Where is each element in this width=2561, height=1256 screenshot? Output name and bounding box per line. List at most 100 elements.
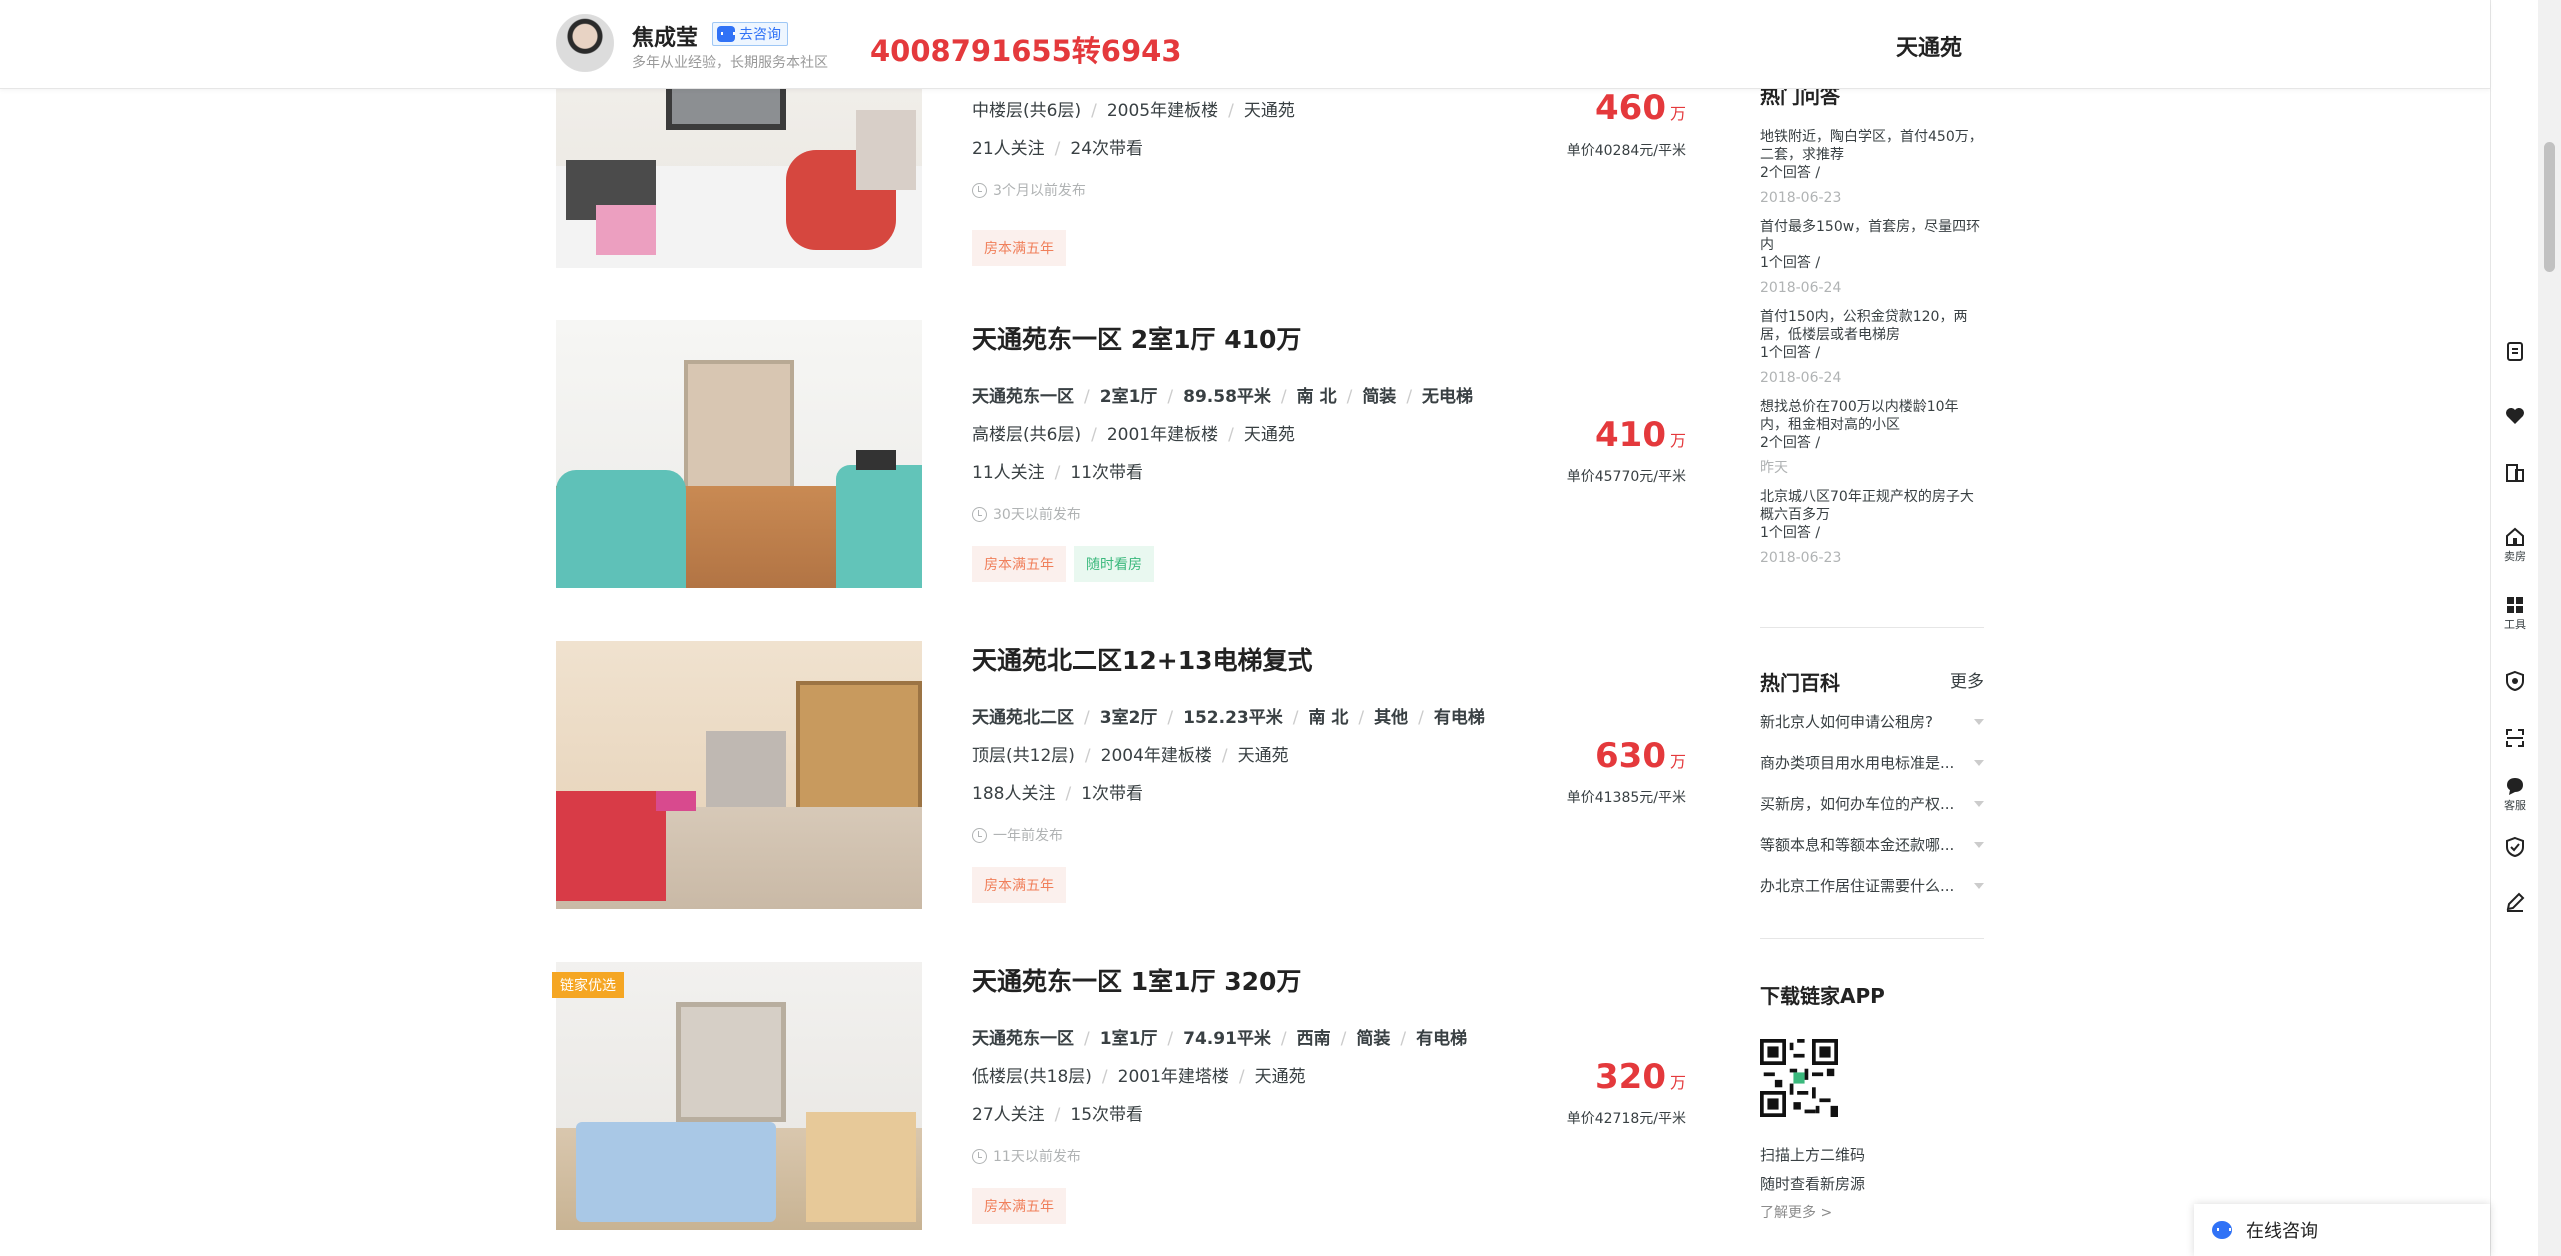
clock-icon [972,182,987,198]
unit-price: 单价41385元/平米 [1566,790,1686,806]
listing-tags: 房本满五年 [972,230,1066,266]
listing-time: 30天以前发布 [972,504,1081,524]
total-price: 460 万 [1595,88,1686,128]
unit-price: 单价45770元/平米 [1566,469,1686,485]
listing-floor-info: 高楼层(共6层)/2001年建板楼 / 天通苑 [972,425,1295,445]
listing-house-info: 天通苑东一区/1室1厅/74.91平米 / 西南 / 简装 / 有电梯 [972,1029,1468,1049]
agent-name[interactable]: 焦成莹 [632,20,698,52]
qr-code-icon [1760,1039,1838,1117]
agent-header-bar: 焦成莹 去咨询 多年从业经验，长期服务本社区 4008791655转6943 天… [0,0,2490,89]
wiki-item[interactable]: 新北京人如何申请公租房? [1760,711,1984,732]
tag: 房本满五年 [972,546,1066,582]
qa-item[interactable]: 地铁附近，陶白学区，首付450万，二套，求推荐 2个回答 / 2018-06-2… [1760,128,1984,218]
community-link[interactable]: 天通苑北二区 [972,708,1074,728]
listing-house-info: 天通苑北二区/3室2厅/152.23平米 / 南 北 / 其他 / 有电梯 [972,708,1485,728]
listing-title[interactable]: 天通苑东一区 1室1厅 320万 [972,962,1301,998]
listing-time: 一年前发布 [972,825,1063,845]
clock-icon [972,1148,987,1164]
community-link[interactable]: 天通苑 [1238,746,1289,766]
heart-icon [2506,408,2524,424]
toolbar-list-button[interactable] [2491,340,2539,362]
wiki-item[interactable]: 买新房，如何办车位的产权... [1760,793,1984,814]
tag: 房本满五年 [972,1188,1066,1224]
toolbar-sell-button[interactable]: 卖房 [2491,526,2539,564]
toolbar-tools-label: 工具 [2504,618,2526,631]
right-toolbar: 卖房 工具 客服 [2490,0,2538,1256]
listing-follow-info: 21人关注/24次带看 [972,139,1144,159]
listing-card[interactable]: 链家优选 天通苑东一区 1室1厅 320万 天通苑东一区/1室1厅/74.91平… [552,962,1686,1230]
listing-photo[interactable] [556,320,922,588]
toolbar-security-button[interactable] [2491,670,2539,692]
community-link[interactable]: 天通苑 [1244,425,1295,445]
compare-icon [2506,464,2524,482]
tag: 房本满五年 [972,230,1066,266]
listing-floor-info: 低楼层(共18层)/2001年建塔楼 / 天通苑 [972,1067,1306,1087]
toolbar-scan-button[interactable] [2491,727,2539,749]
wiki-header: 热门百科 更多 [1760,667,1984,696]
qa-item[interactable]: 想找总价在700万以内楼龄10年内，租金相对高的小区 2个回答 / 昨天 [1760,398,1984,488]
caret-down-icon [1974,759,1984,766]
avatar[interactable] [556,14,614,72]
app-hint: 随时查看新房源 [1760,1175,1866,1193]
toolbar-guarantee-button[interactable] [2491,836,2539,858]
scan-icon [2506,729,2524,747]
listing-follow-info: 11人关注/11次带看 [972,463,1144,483]
community-name: 天通苑 [1896,36,1963,61]
pencil-icon [2506,892,2525,912]
app-hint: 扫描上方二维码 [1760,1146,1866,1164]
learn-more-link[interactable]: 了解更多 > [1760,1202,1832,1222]
toolbar-sell-label: 卖房 [2504,550,2526,563]
online-consult-label: 在线咨询 [2246,1221,2318,1242]
listing-card[interactable]: 天通苑东一区 2室1厅 410万 天通苑东一区/2室1厅/89.58平米 / 南 北… [556,320,1686,588]
listing-title[interactable]: 天通苑东一区 2室1厅 410万 [972,320,1301,356]
qa-item[interactable]: 首付150内，公积金贷款120，两居，低楼层或者电梯房 1个回答 / 2018-… [1760,308,1984,398]
unit-price: 单价40284元/平米 [1566,143,1686,159]
clock-icon [972,506,987,522]
wiki-item[interactable]: 商办类项目用水用电标准是... [1760,752,1984,773]
tag: 随时看房 [1074,546,1154,582]
online-consult-widget[interactable]: 在线咨询 [2194,1204,2490,1256]
community-link[interactable]: 天通苑东一区 [972,387,1074,407]
listing-photo[interactable] [556,641,922,909]
community-link[interactable]: 天通苑 [1255,1067,1306,1087]
qa-item[interactable]: 北京城八区70年正规产权的房子大概六百多万 1个回答 / 2018-06-23 [1760,488,1984,578]
consult-button[interactable]: 去咨询 [712,22,788,46]
page-scrollbar[interactable] [2538,0,2561,1256]
divider [1760,938,1984,939]
wiki-more-link[interactable]: 更多 [1950,667,1984,696]
wiki-item[interactable]: 等额本息和等额本金还款哪... [1760,834,1984,855]
clock-icon [972,827,987,843]
caret-down-icon [1974,718,1984,725]
grid-icon [2507,597,2523,613]
app-section-title: 下载链家APP [1760,984,1885,1008]
qa-list: 地铁附近，陶白学区，首付450万，二套，求推荐 2个回答 / 2018-06-2… [1760,128,1984,578]
agent-phone: 4008791655转6943 [870,34,1182,68]
community-link[interactable]: 天通苑 [1244,101,1295,121]
wiki-section-title: 热门百科 [1760,671,1840,695]
qa-item[interactable]: 首付最多150w，首套房，尽量四环内 1个回答 / 2018-06-24 [1760,218,1984,308]
listing-title[interactable]: 天通苑北二区12+13电梯复式 [972,641,1313,677]
community-link[interactable]: 天通苑东一区 [972,1029,1074,1049]
unit-price: 单价42718元/平米 [1566,1111,1686,1127]
tag: 房本满五年 [972,867,1066,903]
wiki-item[interactable]: 办北京工作居住证需要什么... [1760,875,1984,896]
house-icon [2506,527,2524,546]
toolbar-compare-button[interactable] [2491,462,2539,484]
divider [1760,627,1984,628]
listing-card[interactable]: 天通苑北二区12+13电梯复式 天通苑北二区/3室2厅/152.23平米 / 南 北… [556,641,1686,909]
shield-check-icon [2506,836,2524,858]
listing-follow-info: 27人关注/15次带看 [972,1105,1144,1125]
chat-icon [717,26,735,42]
toolbar-service-button[interactable]: 客服 [2491,775,2539,813]
total-price: 410 万 [1595,415,1686,455]
shield-icon [2506,670,2524,692]
premium-badge: 链家优选 [552,972,624,998]
listing-tags: 房本满五年 [972,1188,1066,1224]
toolbar-feedback-button[interactable] [2491,891,2539,913]
listing-photo[interactable] [556,962,922,1230]
total-price: 630 万 [1595,736,1686,776]
scrollbar-thumb[interactable] [2544,142,2555,272]
listing-follow-info: 188人关注/1次带看 [972,784,1144,804]
toolbar-favorite-button[interactable] [2491,405,2539,427]
toolbar-tools-button[interactable]: 工具 [2491,594,2539,632]
